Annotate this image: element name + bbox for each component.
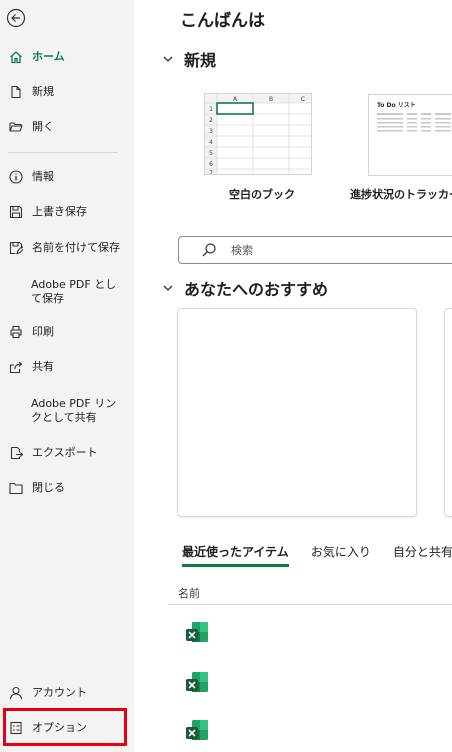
template-todo-tracker-thumbnail[interactable]: To Do リスト: [368, 94, 452, 176]
page-title: こんばんは: [180, 11, 265, 31]
recommended-section-header[interactable]: あなたへのおすすめ: [162, 276, 328, 300]
sidebar-divider: [8, 152, 118, 153]
row-header: 6: [209, 161, 213, 168]
back-arrow-icon[interactable]: [6, 8, 26, 28]
chevron-down-icon: [163, 285, 173, 291]
section-title: あなたへのおすすめ: [184, 280, 329, 299]
home-icon: [8, 49, 24, 65]
person-icon: [8, 685, 24, 701]
sidebar-item-label: アカウント: [32, 686, 87, 699]
sidebar-item-label: ホーム: [32, 50, 65, 63]
tab-recent[interactable]: 最近使ったアイテム: [182, 543, 289, 567]
sidebar-item-save-as-adobe-pdf[interactable]: Adobe PDF として保存: [0, 277, 134, 307]
printer-icon: [8, 324, 24, 340]
column-header-c: C: [301, 96, 305, 103]
file-list-item[interactable]: [168, 658, 452, 704]
new-section-header[interactable]: 新規: [162, 47, 216, 71]
save-as-icon: [8, 240, 24, 256]
sidebar-item-share[interactable]: 共有: [0, 358, 134, 376]
sidebar-item-home[interactable]: ホーム: [0, 48, 134, 66]
sidebar-item-label: Adobe PDF リンクとして共有: [31, 397, 117, 424]
sidebar-item-save[interactable]: 上書き保存: [0, 203, 134, 221]
sidebar-item-label: 閉じる: [32, 481, 65, 494]
name-column-header[interactable]: 名前: [178, 585, 200, 601]
recommended-card[interactable]: [444, 308, 452, 517]
excel-file-icon: [186, 720, 208, 740]
template-blank-workbook-label[interactable]: 空白のブック: [229, 186, 295, 202]
close-folder-icon: [8, 480, 24, 496]
sidebar-item-label: 新規: [32, 85, 54, 98]
sidebar-item-export[interactable]: エクスポート: [0, 444, 134, 462]
search-input[interactable]: 検索: [178, 236, 452, 264]
file-name-area: [222, 706, 452, 752]
sidebar-item-share-adobe-pdf-link[interactable]: Adobe PDF リンクとして共有: [0, 396, 134, 426]
sidebar-item-save-as[interactable]: 名前を付けて保存: [0, 239, 134, 257]
sidebar-item-close[interactable]: 閉じる: [0, 479, 134, 497]
row-header: 5: [209, 150, 213, 157]
folder-open-icon: [8, 119, 24, 135]
chevron-down-icon: [163, 56, 173, 62]
sidebar-item-label: 上書き保存: [32, 205, 87, 218]
sidebar-item-label: エクスポート: [32, 446, 98, 459]
sidebar-item-label: 情報: [32, 170, 54, 183]
sidebar-item-account[interactable]: アカウント: [0, 684, 134, 702]
sidebar-item-label: 開く: [32, 120, 54, 133]
tab-favorites[interactable]: お気に入り: [311, 543, 371, 567]
sidebar-item-label: 印刷: [32, 325, 54, 338]
row-header: 2: [209, 117, 213, 124]
new-document-icon: [8, 84, 24, 100]
info-icon: [8, 169, 24, 185]
sidebar-item-open[interactable]: 開く: [0, 118, 134, 136]
file-list-item[interactable]: [168, 608, 452, 654]
excel-file-icon: [186, 622, 208, 642]
tab-shared-with-me[interactable]: 自分と共有: [393, 543, 452, 567]
search-placeholder: 検索: [231, 244, 253, 257]
file-list-item[interactable]: [168, 706, 452, 752]
template-progress-tracker-label[interactable]: 進捗状況のトラッカーを: [350, 186, 452, 202]
file-list-tabs: 最近使ったアイテム お気に入り 自分と共有: [182, 543, 452, 567]
sidebar-item-new[interactable]: 新規: [0, 83, 134, 101]
todo-preview-title: To Do リスト: [377, 102, 416, 109]
row-header: 1: [209, 106, 213, 113]
sidebar-item-print[interactable]: 印刷: [0, 323, 134, 341]
sidebar-item-label: 名前を付けて保存: [32, 241, 120, 254]
template-blank-workbook-thumbnail[interactable]: A B C 1 2 3 4 5 6 7: [204, 93, 312, 175]
excel-file-icon: [186, 672, 208, 692]
list-header-divider: [168, 604, 452, 605]
section-title: 新規: [184, 51, 217, 70]
save-icon: [8, 204, 24, 220]
file-name-area: [222, 608, 452, 654]
recommended-card[interactable]: [177, 308, 417, 517]
export-icon: [8, 445, 24, 461]
options-highlight-frame: [3, 708, 127, 746]
sidebar-item-label: 共有: [32, 360, 54, 373]
backstage-sidebar: ホーム 新規 開く 情報 上書き保存 名前を付けて保存 Adobe PDF とし…: [0, 0, 134, 752]
row-header: 4: [209, 139, 213, 146]
row-header: 3: [209, 128, 213, 135]
row-header: 7: [209, 170, 213, 175]
file-name-area: [222, 658, 452, 704]
share-icon: [8, 359, 24, 375]
sidebar-item-info[interactable]: 情報: [0, 168, 134, 186]
sidebar-item-label: Adobe PDF として保存: [31, 278, 117, 305]
column-header-b: B: [269, 96, 273, 103]
search-icon: [202, 243, 216, 257]
